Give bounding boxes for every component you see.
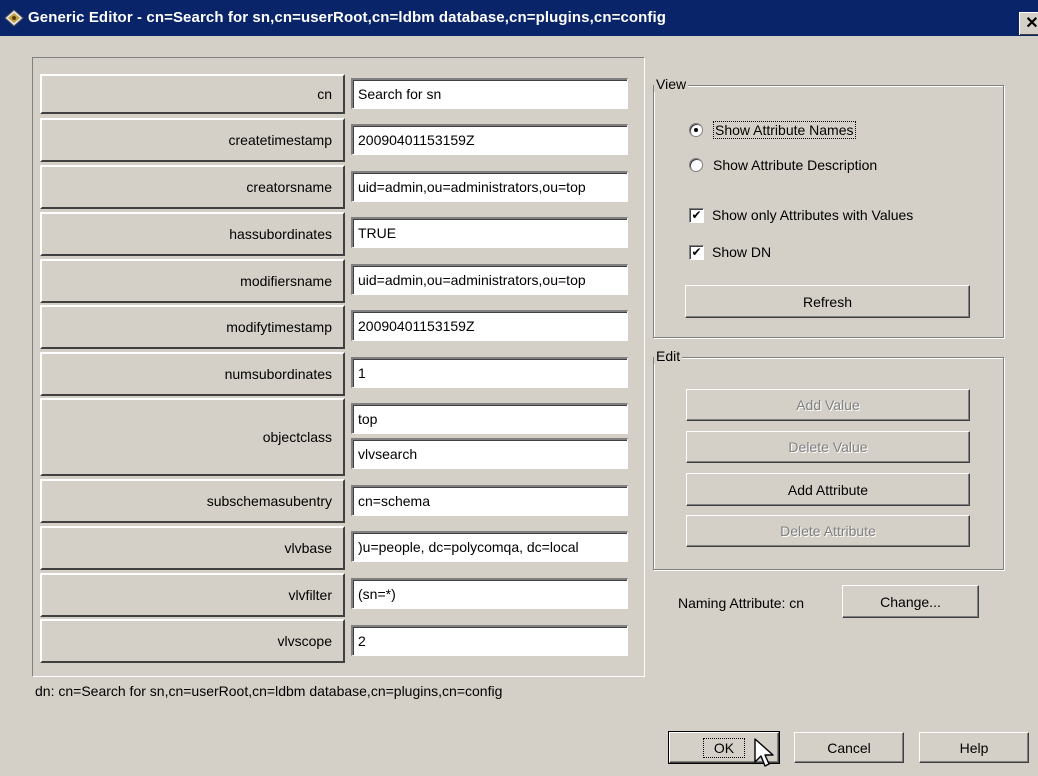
refresh-button[interactable]: Refresh	[685, 285, 970, 318]
attr-value-cn[interactable]: Search for sn	[351, 78, 628, 109]
change-naming-label: Change...	[880, 593, 941, 610]
title-bar[interactable]: Generic Editor - cn=Search for sn,cn=use…	[0, 0, 1038, 36]
delete-attribute-label: Delete Attribute	[780, 523, 876, 539]
attr-label-creatorsname: creatorsname	[40, 165, 345, 209]
radio-selected-icon	[689, 123, 703, 137]
attr-value-createtimestamp[interactable]: 20090401153159Z	[351, 124, 628, 155]
add-value-label: Add Value	[796, 397, 860, 413]
add-attribute-label: Add Attribute	[787, 481, 869, 498]
attr-label-modifiersname: modifiersname	[40, 259, 345, 303]
editor-app-icon	[4, 9, 24, 27]
attr-value-vlvbase[interactable]: )u=people, dc=polycomqa, dc=local	[351, 531, 628, 562]
dn-text: dn: cn=Search for sn,cn=userRoot,cn=ldbm…	[35, 683, 503, 699]
delete-value-label: Delete Value	[788, 439, 868, 455]
attr-value-creatorsname[interactable]: uid=admin,ou=administrators,ou=top	[351, 171, 628, 202]
show-attribute-names-label: Show Attribute Names	[713, 121, 856, 139]
attr-label-hassubordinates: hassubordinates	[40, 212, 345, 256]
attr-value-objectclass-2[interactable]: vlvsearch	[351, 438, 628, 469]
attr-value-vlvfilter[interactable]: (sn=*)	[351, 578, 628, 609]
show-attribute-names-radio[interactable]: Show Attribute Names	[689, 121, 856, 139]
attr-label-vlvbase: vlvbase	[40, 526, 345, 570]
close-icon: ✕	[1025, 15, 1038, 32]
attr-value-objectclass-1[interactable]: top	[351, 403, 628, 434]
attr-value-modifiersname[interactable]: uid=admin,ou=administrators,ou=top	[351, 264, 628, 295]
show-only-with-values-label: Show only Attributes with Values	[712, 207, 914, 223]
change-naming-button[interactable]: Change...	[842, 585, 979, 618]
attr-label-createtimestamp: createtimestamp	[40, 118, 345, 162]
attr-value-subschemasubentry[interactable]: cn=schema	[351, 485, 628, 516]
show-attribute-description-label: Show Attribute Description	[713, 157, 878, 173]
attr-value-numsubordinates[interactable]: 1	[351, 357, 628, 388]
window-title: Generic Editor - cn=Search for sn,cn=use…	[28, 9, 667, 26]
show-dn-checkbox[interactable]: ✔ Show DN	[689, 244, 771, 260]
attr-label-subschemasubentry: subschemasubentry	[40, 479, 345, 523]
add-attribute-button[interactable]: Add Attribute	[686, 473, 970, 506]
delete-attribute-button[interactable]: Delete Attribute	[686, 515, 970, 547]
close-button[interactable]: ✕	[1019, 12, 1038, 35]
attr-value-vlvscope[interactable]: 2	[351, 625, 628, 656]
checkmark-icon: ✔	[689, 207, 704, 223]
ok-button-label: OK	[702, 737, 746, 758]
show-only-with-values-checkbox[interactable]: ✔ Show only Attributes with Values	[689, 207, 913, 223]
delete-value-button[interactable]: Delete Value	[686, 431, 970, 463]
checkmark-icon: ✔	[689, 244, 704, 260]
attr-label-vlvscope: vlvscope	[40, 619, 345, 663]
attr-label-vlvfilter: vlvfilter	[40, 573, 345, 617]
attr-label-objectclass: objectclass	[40, 398, 345, 476]
attr-value-hassubordinates[interactable]: TRUE	[351, 217, 628, 248]
cancel-button[interactable]: Cancel	[794, 732, 904, 763]
naming-attribute-label: Naming Attribute: cn	[678, 595, 805, 611]
show-dn-label: Show DN	[712, 244, 772, 260]
help-button[interactable]: Help	[919, 732, 1029, 763]
radio-unselected-icon	[689, 158, 703, 172]
view-group-title: View	[654, 76, 689, 92]
edit-group-title: Edit	[654, 348, 683, 364]
help-button-label: Help	[959, 739, 989, 756]
attr-label-modifytimestamp: modifytimestamp	[40, 305, 345, 349]
attr-label-numsubordinates: numsubordinates	[40, 352, 345, 396]
add-value-button[interactable]: Add Value	[686, 389, 970, 421]
show-attribute-description-radio[interactable]: Show Attribute Description	[689, 157, 877, 173]
mouse-cursor-icon	[754, 738, 774, 767]
attr-label-cn: cn	[40, 74, 345, 114]
attr-value-modifytimestamp[interactable]: 20090401153159Z	[351, 310, 628, 341]
cancel-button-label: Cancel	[827, 739, 871, 756]
refresh-button-label: Refresh	[802, 293, 853, 310]
